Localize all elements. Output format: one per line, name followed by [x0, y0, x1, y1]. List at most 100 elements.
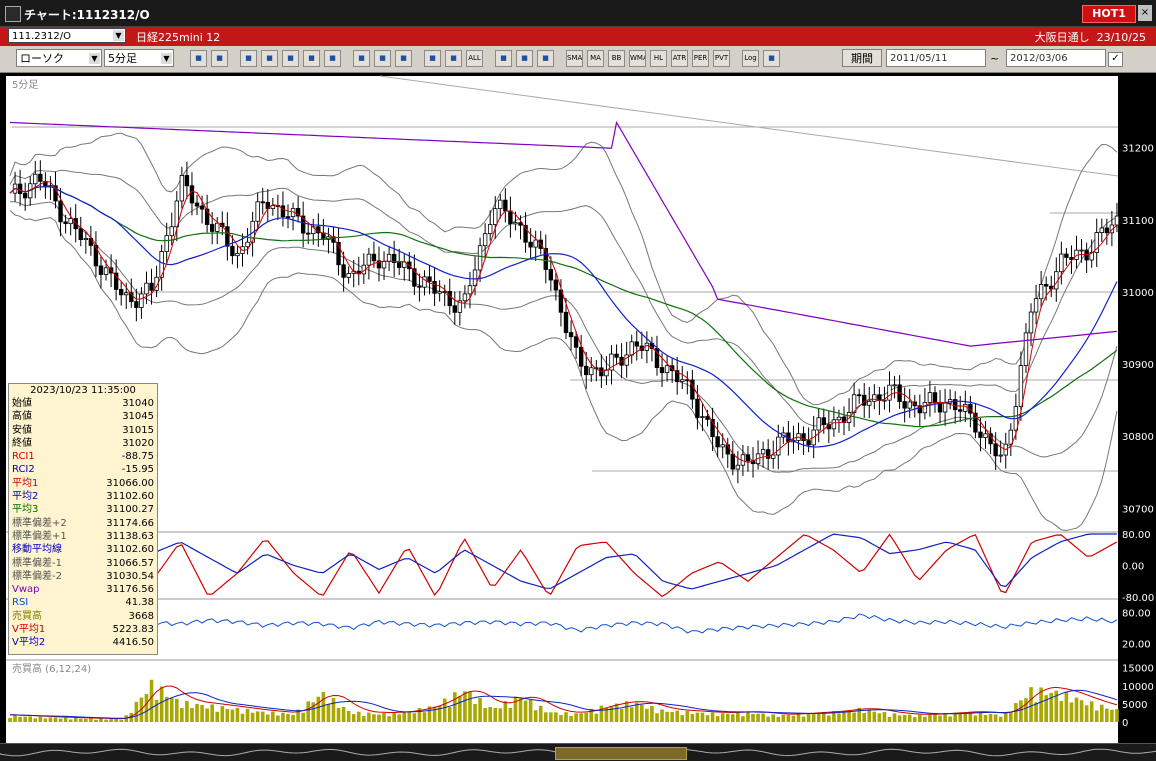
volume-bar — [806, 712, 811, 722]
chevron-down-icon[interactable]: ▼ — [161, 53, 172, 64]
data-row-value: 31102.60 — [106, 544, 154, 556]
chart-area[interactable]: 5分足 売買高 (6,12,24) 31200 31100 31000 30900 30… — [0, 72, 1156, 743]
data-row-label: V平均2 — [12, 637, 46, 649]
volume-bar — [897, 715, 902, 722]
search-chart-icon[interactable]: ■ — [261, 50, 278, 67]
volume-bar — [549, 712, 553, 722]
candle-up — [1023, 332, 1029, 366]
date-from-input[interactable]: 2011/05/11 — [886, 49, 986, 67]
scroll-thumb[interactable] — [555, 747, 687, 760]
toolbar-btn-hl[interactable]: HL — [650, 50, 667, 67]
candle-down — [285, 216, 291, 219]
toolbar-btn-ma[interactable]: MA — [587, 50, 604, 67]
data-row-value: 31174.66 — [106, 517, 154, 529]
volume-bar — [513, 696, 518, 722]
panel-label: 5分足 — [12, 79, 38, 91]
toolbar-btn-atr[interactable]: ATR — [671, 50, 688, 67]
toolbar-btn-pvt[interactable]: PVT — [713, 50, 730, 67]
volume-bar — [675, 710, 679, 722]
candle-up — [942, 402, 948, 413]
volume-bar — [367, 712, 371, 722]
volume-tick-label: 10000 — [1122, 682, 1154, 693]
volume-bar — [442, 698, 447, 722]
toolbar-btn-bb[interactable]: BB — [608, 50, 625, 67]
interval-value: 5分足 — [108, 52, 137, 65]
period-button[interactable]: 期間 — [842, 49, 882, 67]
volume-bar — [99, 718, 103, 722]
export-icon[interactable]: ■ — [763, 50, 780, 67]
toolbar-btn-all[interactable]: ALL — [466, 50, 483, 67]
hot1-button[interactable]: HOT1 — [1082, 5, 1136, 23]
candle-down — [149, 282, 154, 291]
candle-up — [1018, 365, 1024, 408]
data-row: RCI1 -88.75 — [9, 450, 157, 463]
redo-icon[interactable]: ■ — [395, 50, 412, 67]
pencil-icon[interactable]: ■ — [353, 50, 370, 67]
candle-up — [720, 444, 725, 448]
data-row-label: 平均2 — [12, 491, 39, 503]
volume-bar — [528, 699, 533, 722]
candle-left-icon[interactable]: ■ — [424, 50, 441, 67]
bar-icon[interactable]: ■ — [282, 50, 299, 67]
crosshair-icon[interactable]: ■ — [211, 50, 228, 67]
date-to-input[interactable]: 2012/03/06 — [1006, 49, 1106, 67]
data-row-label: 平均3 — [12, 504, 39, 516]
toolbar-btn-wma[interactable]: WMA — [629, 50, 646, 67]
candle-down — [993, 443, 998, 457]
toolbar-btn-log[interactable]: Log — [742, 50, 759, 67]
swap-icon[interactable]: ■ — [303, 50, 320, 67]
data-row-value: -15.95 — [121, 464, 154, 476]
volume-bar — [326, 703, 331, 722]
data-row-value: 31040 — [122, 398, 154, 409]
horizontal-scrollbar[interactable] — [0, 743, 1156, 761]
volume-bar — [958, 713, 963, 722]
candle-down — [58, 200, 63, 223]
volume-bar — [276, 715, 280, 722]
chevron-down-icon[interactable]: ▼ — [89, 53, 100, 64]
volume-bar — [473, 703, 477, 722]
gear-icon[interactable]: ■ — [495, 50, 512, 67]
volume-bar — [240, 713, 245, 722]
x-tick-label: 4 — [103, 730, 109, 741]
candle-down — [452, 305, 457, 313]
candle-up — [215, 222, 220, 232]
wrench-icon[interactable]: ■ — [516, 50, 533, 67]
candle-down — [432, 281, 437, 294]
cursor-icon[interactable]: ■ — [374, 50, 391, 67]
volume-bar — [190, 707, 194, 722]
candle-up — [776, 436, 781, 456]
palette-icon[interactable]: ■ — [537, 50, 554, 67]
apply-checkbox[interactable]: ✓ — [1108, 52, 1123, 67]
candle-up — [179, 175, 185, 202]
candle-right-icon[interactable]: ■ — [445, 50, 462, 67]
chart-type-select[interactable]: ローソク ▼ — [16, 49, 102, 67]
download-icon[interactable]: ■ — [240, 50, 257, 67]
candle-up — [169, 226, 174, 237]
candle-up — [927, 392, 933, 403]
symbol-select[interactable]: 111.2312/O ▼ — [8, 28, 126, 43]
toolbar-btn-per[interactable]: PER — [692, 50, 709, 67]
interval-select[interactable]: 5分足 ▼ — [104, 49, 174, 67]
volume-bar — [245, 708, 250, 722]
data-row-label: RCI1 — [12, 451, 35, 463]
magnifier-icon[interactable]: ■ — [190, 50, 207, 67]
volume-bar — [619, 708, 624, 722]
volume-bar — [918, 714, 922, 722]
data-row-value: 3668 — [128, 610, 154, 622]
volume-bar — [877, 713, 882, 722]
volume-bar — [650, 705, 654, 722]
x-tick-label: 19 — [772, 730, 785, 741]
data-row-value: 31138.63 — [106, 530, 154, 542]
close-button[interactable]: × — [1138, 5, 1152, 21]
rsi-tick-label: 80.00 — [1122, 608, 1151, 619]
volume-bar — [741, 716, 745, 722]
info-icon[interactable]: ■ — [324, 50, 341, 67]
chevron-down-icon[interactable]: ▼ — [113, 30, 124, 41]
volume-tick-label: 0 — [1122, 718, 1128, 729]
volume-bar — [710, 712, 715, 722]
toolbar-btn-sma[interactable]: SMA — [566, 50, 583, 67]
volume-bar — [1003, 712, 1008, 722]
volume-bar — [255, 711, 260, 722]
volume-bar — [938, 715, 942, 722]
data-row-label: 標準偏差-2 — [12, 570, 62, 582]
